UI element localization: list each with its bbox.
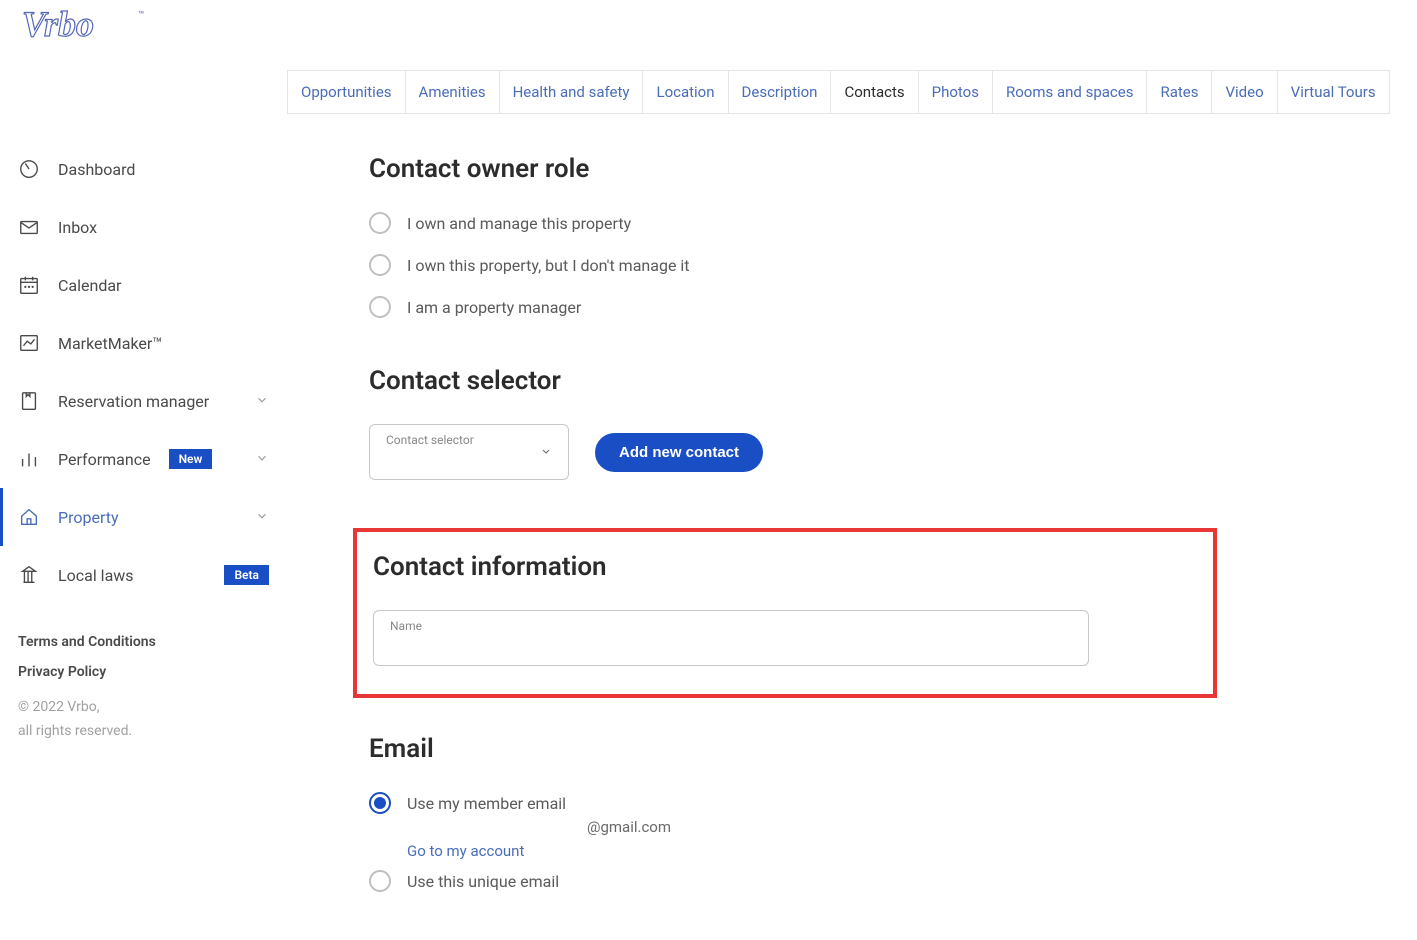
tab-rooms[interactable]: Rooms and spaces xyxy=(992,70,1147,114)
name-field[interactable]: Name xyxy=(373,610,1089,666)
dashboard-icon xyxy=(18,158,40,180)
email-suffix: @gmail.com xyxy=(407,818,1187,836)
sidebar-footer: Terms and Conditions Privacy Policy © 20… xyxy=(0,604,287,762)
email-detail: @gmail.com Go to my account xyxy=(407,818,1187,860)
privacy-link[interactable]: Privacy Policy xyxy=(18,664,269,680)
sidebar: Vrbo ™ Dashboard Inbox Calend xyxy=(0,0,287,940)
tab-opportunities[interactable]: Opportunities xyxy=(287,70,406,114)
beta-badge: Beta xyxy=(224,565,269,585)
tab-virtualtours[interactable]: Virtual Tours xyxy=(1277,70,1390,114)
tab-amenities[interactable]: Amenities xyxy=(405,70,500,114)
svg-text:™: ™ xyxy=(138,10,144,21)
tab-contacts[interactable]: Contacts xyxy=(830,70,918,114)
sidebar-item-label: Reservation manager xyxy=(58,392,209,411)
radio-label: Use my member email xyxy=(407,794,566,813)
chart-icon xyxy=(18,332,40,354)
sidebar-item-marketmaker[interactable]: MarketMaker™ xyxy=(0,314,287,372)
account-link[interactable]: Go to my account xyxy=(407,842,1187,860)
home-icon xyxy=(18,506,40,528)
contact-info-title: Contact information xyxy=(373,552,1197,582)
radio-label: I am a property manager xyxy=(407,298,581,317)
owner-role-radios: I own and manage this property I own thi… xyxy=(369,212,1187,318)
tab-video[interactable]: Video xyxy=(1211,70,1277,114)
contact-selector-title: Contact selector xyxy=(369,366,1187,396)
owner-role-title: Contact owner role xyxy=(369,154,1187,184)
sidebar-item-locallaws[interactable]: Local laws Beta xyxy=(0,546,287,604)
chevron-down-icon xyxy=(540,443,552,462)
sidebar-nav: Dashboard Inbox Calendar MarketMaker™ xyxy=(0,70,287,604)
radio-own-no-manage[interactable]: I own this property, but I don't manage … xyxy=(369,254,1187,276)
new-badge: New xyxy=(169,449,213,469)
radio-label: Use this unique email xyxy=(407,872,559,891)
laws-icon xyxy=(18,564,40,586)
vrbo-logo[interactable]: Vrbo ™ xyxy=(0,0,287,70)
email-title: Email xyxy=(369,734,1187,764)
contact-selector-section: Contact selector Contact selector Add ne… xyxy=(369,366,1187,480)
select-label: Contact selector xyxy=(386,433,474,447)
sidebar-item-performance[interactable]: Performance New xyxy=(0,430,287,488)
terms-link[interactable]: Terms and Conditions xyxy=(18,634,269,650)
radio-icon xyxy=(369,792,391,814)
tab-location[interactable]: Location xyxy=(642,70,728,114)
sidebar-item-inbox[interactable]: Inbox xyxy=(0,198,287,256)
svg-text:Vrbo: Vrbo xyxy=(22,4,94,44)
contact-info-section: Contact information Name xyxy=(373,552,1197,666)
radio-icon xyxy=(369,296,391,318)
page-content: Contact owner role I own and manage this… xyxy=(287,114,1187,892)
radio-label: I own and manage this property xyxy=(407,214,631,233)
name-field-label: Name xyxy=(390,619,422,633)
sidebar-item-property[interactable]: Property xyxy=(0,488,287,546)
sidebar-item-calendar[interactable]: Calendar xyxy=(0,256,287,314)
sidebar-item-label: Performance xyxy=(58,450,151,469)
radio-icon xyxy=(369,870,391,892)
radio-own-manage[interactable]: I own and manage this property xyxy=(369,212,1187,234)
sidebar-item-label: Dashboard xyxy=(58,160,135,179)
tab-health[interactable]: Health and safety xyxy=(499,70,644,114)
chevron-down-icon xyxy=(255,392,269,411)
sidebar-item-label: Local laws xyxy=(58,566,134,585)
add-contact-button[interactable]: Add new contact xyxy=(595,433,763,472)
reservation-icon xyxy=(18,390,40,412)
radio-member-email[interactable]: Use my member email xyxy=(369,792,1187,814)
sidebar-item-label: Inbox xyxy=(58,218,97,237)
inbox-icon xyxy=(18,216,40,238)
tabs: Opportunities Amenities Health and safet… xyxy=(287,0,1417,114)
contact-info-highlight: Contact information Name xyxy=(353,528,1217,698)
contact-selector-dropdown[interactable]: Contact selector xyxy=(369,424,569,480)
sidebar-item-dashboard[interactable]: Dashboard xyxy=(0,140,287,198)
chevron-down-icon xyxy=(255,450,269,469)
radio-property-manager[interactable]: I am a property manager xyxy=(369,296,1187,318)
email-section: Email Use my member email @gmail.com Go … xyxy=(369,734,1187,892)
radio-unique-email[interactable]: Use this unique email xyxy=(369,870,1187,892)
tab-photos[interactable]: Photos xyxy=(918,70,993,114)
sidebar-item-label: Property xyxy=(58,508,119,527)
bars-icon xyxy=(18,448,40,470)
copyright: © 2022 Vrbo, all rights reserved. xyxy=(18,696,269,744)
sidebar-item-label: MarketMaker™ xyxy=(58,334,162,353)
tab-description[interactable]: Description xyxy=(728,70,832,114)
calendar-icon xyxy=(18,274,40,296)
radio-icon xyxy=(369,254,391,276)
owner-role-section: Contact owner role I own and manage this… xyxy=(369,154,1187,318)
chevron-down-icon xyxy=(255,508,269,527)
radio-icon xyxy=(369,212,391,234)
sidebar-item-reservation[interactable]: Reservation manager xyxy=(0,372,287,430)
main-content: Opportunities Amenities Health and safet… xyxy=(287,0,1417,940)
radio-label: I own this property, but I don't manage … xyxy=(407,256,690,275)
sidebar-item-label: Calendar xyxy=(58,276,121,295)
tab-rates[interactable]: Rates xyxy=(1146,70,1212,114)
